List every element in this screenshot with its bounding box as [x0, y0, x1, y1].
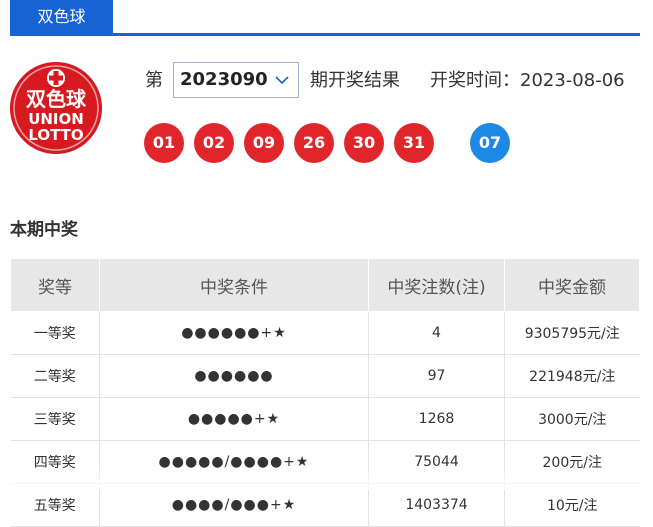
draw-time-value: 2023-08-06 — [520, 70, 625, 91]
draw-time-label: 开奖时间： — [430, 70, 520, 91]
logo-emblem-icon — [47, 69, 65, 87]
section-title: 本期中奖 — [10, 220, 78, 240]
draw-time: 开奖时间：2023-08-06 — [430, 68, 625, 94]
tab-bar: 双色球 — [10, 0, 640, 36]
red-ball-5: 30 — [344, 123, 384, 163]
cell-amount: 221948元/注 — [504, 354, 640, 398]
red-ball-1: 01 — [144, 123, 184, 163]
header-amount: 中奖金额 — [504, 258, 640, 312]
blue-ball: 07 — [470, 123, 510, 163]
logo-top-text: 双色球 — [26, 87, 87, 111]
cell-level: 三等奖 — [10, 397, 100, 441]
tab-shuangseqiu[interactable]: 双色球 — [10, 0, 113, 33]
cell-count: 4 — [368, 311, 505, 355]
header-count: 中奖注数(注) — [368, 258, 505, 312]
cell-condition: ●●●●●●+★ — [99, 311, 369, 355]
cell-condition: ●●●●●+★ — [99, 397, 369, 441]
chevron-down-icon — [275, 76, 289, 85]
cell-level: 一等奖 — [10, 311, 100, 355]
red-ball-2: 02 — [194, 123, 234, 163]
table-header-row: 奖等 中奖条件 中奖注数(注) 中奖金额 — [10, 258, 640, 312]
red-ball-6: 31 — [394, 123, 434, 163]
cell-condition: ●●●●●● — [99, 354, 369, 398]
issue-select[interactable]: 2023090 — [173, 62, 299, 98]
issue-prefix: 第 — [145, 70, 163, 91]
cell-count: 1268 — [368, 397, 505, 441]
issue-suffix: 期开奖结果 — [310, 70, 400, 91]
lottery-logo: 双色球 UNION LOTTO — [10, 62, 102, 154]
logo-brand-line2: LOTTO — [28, 126, 83, 144]
table-row: 一等奖 ●●●●●●+★ 4 9305795元/注 — [10, 311, 640, 355]
scroll-fade — [0, 470, 653, 490]
table-row: 三等奖 ●●●●●+★ 1268 3000元/注 — [10, 397, 640, 441]
header-level: 奖等 — [10, 258, 100, 312]
table-row: 二等奖 ●●●●●● 97 221948元/注 — [10, 354, 640, 398]
cell-level: 二等奖 — [10, 354, 100, 398]
red-ball-3: 09 — [244, 123, 284, 163]
cell-count: 97 — [368, 354, 505, 398]
cell-amount: 3000元/注 — [504, 397, 640, 441]
red-ball-4: 26 — [294, 123, 334, 163]
header-condition: 中奖条件 — [99, 258, 369, 312]
cell-amount: 9305795元/注 — [504, 311, 640, 355]
issue-value: 2023090 — [180, 69, 268, 90]
